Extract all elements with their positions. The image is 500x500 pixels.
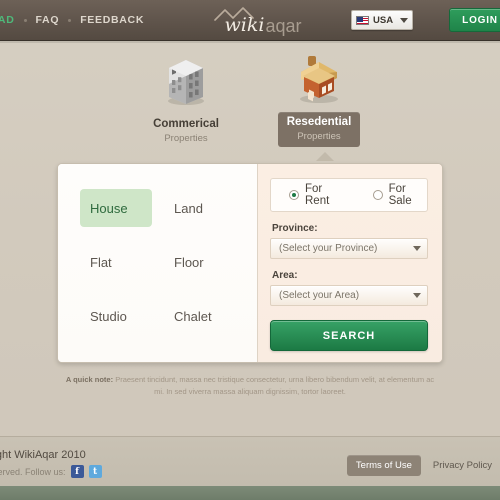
quick-note-text: Praesent tincidunt, massa nec tristique … [113,375,435,397]
property-type-land[interactable]: Land [164,189,236,227]
top-navigation-bar: E AD FAQ FEEDBACK wiki aqar USA LOGIN [0,0,500,43]
radio-label-for-rent: For Rent [305,183,330,207]
property-type-house[interactable]: House [80,189,152,227]
category-tabs: Commerical Properties Resedential Proper… [0,46,500,151]
footer-links: Terms of Use Privacy Policy [346,455,492,476]
category-subtitle: Properties [297,130,341,142]
property-type-floor[interactable]: Floor [164,243,236,281]
page-footer: opyright WikiAqar 2010 ts Reserved. Foll… [0,436,500,486]
logo-aqar-text: aqar [265,16,302,36]
search-panel: House Land Flat Floor Studio Chalet For … [57,163,443,363]
primary-nav: E AD FAQ FEEDBACK [0,0,153,41]
province-value: (Select your Province) [279,243,378,254]
roof-icon [214,7,254,21]
category-tab-residential[interactable]: Resedential Properties [259,48,379,147]
rights-text: ts Reserved. Follow us: [0,466,66,477]
area-select[interactable]: (Select your Area) [270,285,428,306]
rights-row: ts Reserved. Follow us: f t [0,465,102,478]
area-label: Area: [272,270,298,281]
page-root: E AD FAQ FEEDBACK wiki aqar USA LOGIN [0,0,500,500]
nav-feedback[interactable]: FEEDBACK [71,14,153,26]
country-selector[interactable]: USA [351,10,413,30]
chevron-down-icon [413,246,421,251]
quick-note: A quick note: Praesent tincidunt, massa … [60,374,440,399]
office-building-icon [163,50,209,106]
panel-pointer-triangle [316,152,334,161]
quick-note-prefix: A quick note: [65,375,114,384]
nav-faq[interactable]: FAQ [27,14,69,26]
chevron-down-icon [400,17,408,23]
province-select[interactable]: (Select your Province) [270,238,428,259]
property-type-chalet[interactable]: Chalet [164,297,236,335]
listing-type-group: For Rent For Sale [270,178,428,212]
house-icon [293,48,345,104]
area-value: (Select your Area) [279,290,360,301]
facebook-icon[interactable]: f [70,465,84,478]
property-type-flat[interactable]: Flat [80,243,152,281]
privacy-policy-link[interactable]: Privacy Policy [433,460,492,471]
us-flag-icon [356,15,369,25]
search-form-column: For Rent For Sale Province: (Select your… [258,164,442,362]
category-tab-commercial[interactable]: Commerical Properties [126,50,246,149]
category-subtitle: Properties [164,132,208,144]
category-label-commercial: Commerical Properties [144,114,228,149]
property-type-grid: House Land Flat Floor Studio Chalet [80,189,240,351]
chevron-down-icon [413,293,421,298]
radio-for-sale[interactable]: For Sale [372,183,427,207]
property-type-column: House Land Flat Floor Studio Chalet [58,164,258,362]
category-title: Resedential [286,116,352,128]
twitter-icon[interactable]: t [88,465,102,478]
site-logo[interactable]: wiki aqar [206,5,302,35]
category-title: Commerical [153,118,219,130]
copyright-text: opyright WikiAqar 2010 [0,449,86,461]
property-type-studio[interactable]: Studio [80,297,152,335]
country-label: USA [373,14,394,26]
radio-for-rent[interactable]: For Rent [289,183,345,207]
search-button[interactable]: SEARCH [270,320,428,351]
province-label: Province: [272,223,318,234]
bottom-strip [0,486,500,500]
footer-left-block: opyright WikiAqar 2010 ts Reserved. Foll… [0,449,102,478]
radio-icon-unselected [372,190,383,200]
radio-label-for-sale: For Sale [388,183,412,207]
terms-of-use-button[interactable]: Terms of Use [346,455,421,476]
category-label-residential: Resedential Properties [277,112,361,147]
nav-post-ad[interactable]: E AD [0,14,24,26]
login-button[interactable]: LOGIN [449,8,500,32]
radio-icon-selected [289,190,299,200]
